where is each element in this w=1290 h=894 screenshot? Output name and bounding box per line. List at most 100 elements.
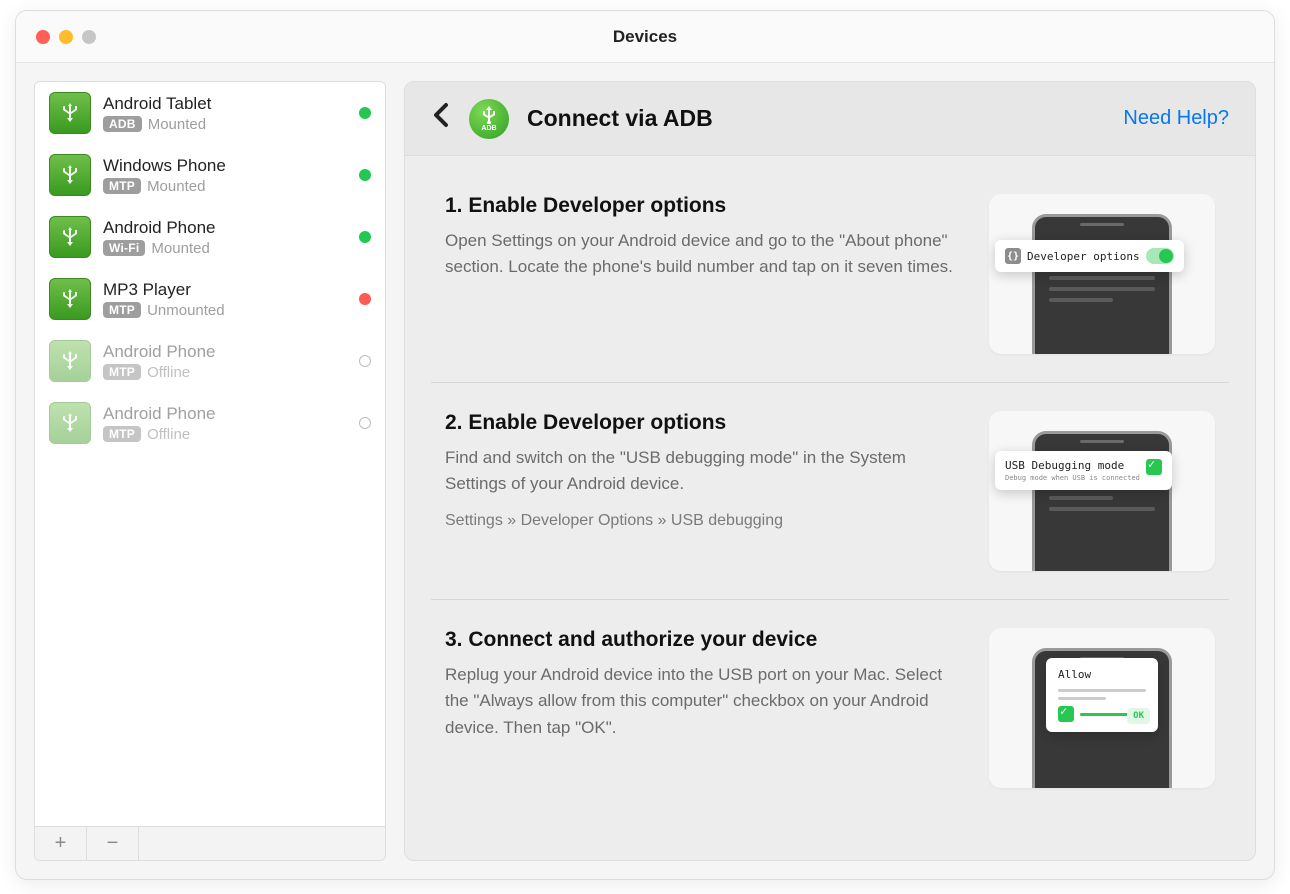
checkbox-on-icon	[1146, 459, 1162, 475]
device-info: Android Tablet ADB Mounted	[103, 94, 347, 133]
phone-illustration	[1032, 214, 1172, 354]
help-link[interactable]: Need Help?	[1123, 107, 1229, 130]
device-protocol-badge: MTP	[103, 364, 141, 380]
device-row[interactable]: Android Tablet ADB Mounted	[35, 82, 385, 144]
add-device-button[interactable]: +	[35, 827, 87, 860]
instruction-step: 2. Enable Developer options Find and swit…	[431, 383, 1229, 600]
device-row[interactable]: Android Phone MTP Offline	[35, 392, 385, 454]
dialog-title: Allow	[1058, 668, 1146, 681]
device-status: Unmounted	[147, 302, 225, 319]
status-dot-icon	[359, 355, 371, 367]
step-title: 3. Connect and authorize your device	[445, 628, 961, 652]
usb-icon	[482, 106, 496, 124]
toggle-on-icon	[1146, 248, 1174, 264]
device-row[interactable]: Android Phone MTP Offline	[35, 330, 385, 392]
device-info: Android Phone MTP Offline	[103, 404, 347, 443]
device-name: Android Phone	[103, 404, 347, 424]
device-drive-icon	[49, 278, 91, 320]
main-panel: ADB Connect via ADB Need Help? 1. Enable…	[404, 81, 1256, 861]
overlay-developer-options: {} Developer options	[995, 240, 1184, 272]
device-subline: MTP Offline	[103, 364, 347, 381]
device-name: Android Phone	[103, 342, 347, 362]
window-title: Devices	[613, 27, 677, 47]
step-visual: {} Developer options	[989, 194, 1215, 354]
remove-device-button[interactable]: −	[87, 827, 139, 860]
back-button[interactable]	[431, 101, 451, 136]
device-status: Mounted	[151, 240, 209, 257]
device-drive-icon	[49, 216, 91, 258]
step-visual: AllowUSB Debugging modeDebug mode when U…	[989, 411, 1215, 571]
device-subline: Wi-Fi Mounted	[103, 240, 347, 257]
device-protocol-badge: ADB	[103, 116, 142, 132]
device-list: Android Tablet ADB Mounted Windows Phone MTP…	[35, 82, 385, 826]
device-drive-icon	[49, 154, 91, 196]
device-row[interactable]: MP3 Player MTP Unmounted	[35, 268, 385, 330]
steps-container: 1. Enable Developer options Open Settings…	[405, 156, 1255, 860]
device-row[interactable]: Windows Phone MTP Mounted	[35, 144, 385, 206]
device-protocol-badge: MTP	[103, 302, 141, 318]
device-status: Offline	[147, 364, 190, 381]
step-description: Replug your Android device into the USB …	[445, 662, 961, 741]
zoom-window-button[interactable]	[82, 30, 96, 44]
overlay-allow-dialog: Allow OK	[1046, 658, 1158, 732]
minimize-window-button[interactable]	[59, 30, 73, 44]
adb-icon: ADB	[469, 99, 509, 139]
footer-spacer	[139, 827, 385, 860]
device-protocol-badge: MTP	[103, 178, 141, 194]
device-status: Mounted	[147, 178, 205, 195]
content-area: Android Tablet ADB Mounted Windows Phone MTP…	[16, 63, 1274, 879]
device-sidebar: Android Tablet ADB Mounted Windows Phone MTP…	[34, 81, 386, 861]
device-name: Windows Phone	[103, 156, 347, 176]
device-info: MP3 Player MTP Unmounted	[103, 280, 347, 319]
status-dot-icon	[359, 417, 371, 429]
main-header: ADB Connect via ADB Need Help?	[405, 82, 1255, 156]
device-name: Android Tablet	[103, 94, 347, 114]
overlay-label: Developer options	[1027, 250, 1140, 263]
device-protocol-badge: MTP	[103, 426, 141, 442]
device-status: Offline	[147, 426, 190, 443]
ok-button-illustration: OK	[1127, 708, 1150, 724]
device-info: Android Phone Wi-Fi Mounted	[103, 218, 347, 257]
step-text: 3. Connect and authorize your device Repl…	[445, 628, 961, 788]
status-dot-icon	[359, 293, 371, 305]
step-description: Open Settings on your Android device and…	[445, 228, 961, 281]
step-title: 2. Enable Developer options	[445, 411, 961, 435]
step-description: Find and switch on the "USB debugging mo…	[445, 445, 961, 498]
device-row[interactable]: Android Phone Wi-Fi Mounted	[35, 206, 385, 268]
device-subline: MTP Mounted	[103, 178, 347, 195]
window-chrome: Devices Android TabletADBMountedWindows …	[15, 10, 1275, 880]
overlay-label: USB Debugging mode	[1005, 459, 1140, 472]
traffic-lights	[36, 30, 96, 44]
device-status: Mounted	[148, 116, 206, 133]
braces-icon: {}	[1005, 248, 1021, 264]
status-dot-icon	[359, 107, 371, 119]
device-subline: MTP Offline	[103, 426, 347, 443]
status-dot-icon	[359, 231, 371, 243]
device-info: Windows Phone MTP Mounted	[103, 156, 347, 195]
step-title: 1. Enable Developer options	[445, 194, 961, 218]
overlay-sublabel: Debug mode when USB is connected	[1005, 474, 1140, 482]
step-visual: Allow OK	[989, 628, 1215, 788]
device-subline: MTP Unmounted	[103, 302, 347, 319]
step-text: 2. Enable Developer options Find and swit…	[445, 411, 961, 571]
adb-badge-text: ADB	[481, 125, 496, 132]
instruction-step: 3. Connect and authorize your device Repl…	[431, 600, 1229, 816]
checkbox-on-icon	[1058, 706, 1074, 722]
close-window-button[interactable]	[36, 30, 50, 44]
device-protocol-badge: Wi-Fi	[103, 240, 145, 256]
instruction-step: 1. Enable Developer options Open Settings…	[431, 166, 1229, 383]
device-subline: ADB Mounted	[103, 116, 347, 133]
step-text: 1. Enable Developer options Open Settings…	[445, 194, 961, 354]
status-dot-icon	[359, 169, 371, 181]
device-drive-icon	[49, 402, 91, 444]
sidebar-footer: + −	[35, 826, 385, 860]
device-name: MP3 Player	[103, 280, 347, 300]
device-name: Android Phone	[103, 218, 347, 238]
titlebar: Devices	[16, 11, 1274, 63]
overlay-usb-debugging: USB Debugging mode Debug mode when USB is…	[995, 451, 1172, 490]
page-title: Connect via ADB	[527, 105, 1105, 132]
step-breadcrumb-path: Settings » Developer Options » USB debug…	[445, 512, 961, 530]
chevron-left-icon	[431, 101, 451, 129]
device-drive-icon	[49, 92, 91, 134]
device-info: Android Phone MTP Offline	[103, 342, 347, 381]
